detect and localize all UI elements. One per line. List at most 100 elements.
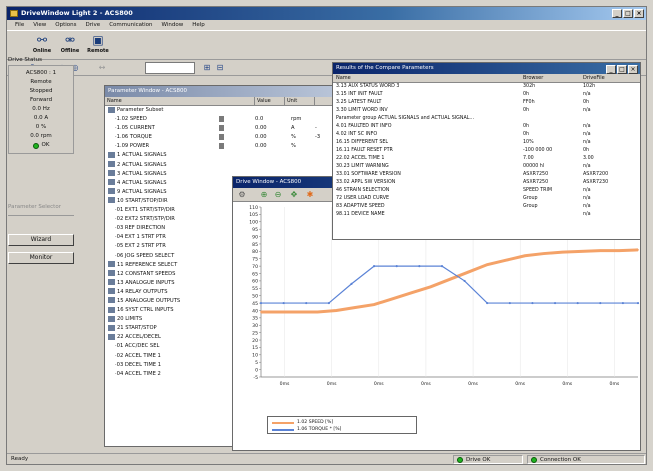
result-browser: SPEED TRIM xyxy=(523,188,553,193)
drive-ok-dot xyxy=(457,456,463,463)
results-row[interactable]: 3.15 INT INIT FAULT 0h n/a xyxy=(333,91,640,99)
close-button[interactable]: × xyxy=(634,9,644,18)
result-drivefile: n/a xyxy=(583,132,591,137)
results-row[interactable]: 72 USER LOAD CURVE Group n/a xyxy=(333,195,640,203)
results-row[interactable]: 3.30 LIMIT WORD INV 0h n/a xyxy=(333,107,640,115)
menu-item-view[interactable]: View xyxy=(33,20,46,30)
info-icon[interactable]: ⊟ xyxy=(215,63,225,73)
remote-button[interactable]: ▣ Remote xyxy=(85,33,111,59)
y-tick-label: 90 xyxy=(252,234,258,240)
speed-point xyxy=(316,311,319,313)
result-browser: Group xyxy=(523,196,538,201)
results-column-drivefile[interactable]: DriveFile xyxy=(583,74,605,83)
tree-row[interactable]: ·1.09 POWER 0.00% xyxy=(105,142,333,151)
results-row[interactable]: 83 ADAPTIVE SPEED Group n/a xyxy=(333,203,640,211)
drive-ok-indicator: Drive OK xyxy=(453,455,523,464)
results-row[interactable]: 30.23 LIMIT WARNING 00000 hl n/a xyxy=(333,163,640,171)
results-row[interactable]: 16.11 FAULT RESET PTR -100 000 00 0h xyxy=(333,147,640,155)
connection-ok-dot xyxy=(531,456,537,463)
speed-point xyxy=(486,263,489,266)
column-unit[interactable]: Unit xyxy=(285,97,315,105)
maximize-button[interactable]: □ xyxy=(623,9,633,18)
menu-item-file[interactable]: File xyxy=(15,20,24,30)
direction-icon[interactable]: ↔ xyxy=(97,63,107,73)
drive-ok-label: Drive OK xyxy=(466,456,491,463)
y-tick-label: 65 xyxy=(252,271,258,277)
results-row[interactable]: 46 STRAIN SELECTION SPEED TRIM n/a xyxy=(333,187,640,195)
remote-label: Remote xyxy=(87,48,109,54)
tree-row[interactable]: ·1.05 CURRENT 0.00 A - xyxy=(105,124,333,133)
torque-point xyxy=(418,265,421,268)
results-row[interactable]: 4.01 FAULTED INT INFO 0h n/a xyxy=(333,123,640,131)
offline-label: Offline xyxy=(60,48,80,54)
tree-row[interactable]: ·1.02 SPEED 0.0 rpm xyxy=(105,115,333,124)
results-row[interactable]: 33.01 SOFTWARE VERSION ASXR7250 ASXR7200 xyxy=(333,171,640,179)
results-row[interactable]: 4.02 INT SC INFO 0h n/a xyxy=(333,131,640,139)
zoom-in-icon[interactable]: ⊕ xyxy=(259,190,269,200)
menu-item-communication[interactable]: Communication xyxy=(109,20,152,30)
results-row[interactable]: 98.11 DEVICE NAME n/a xyxy=(333,211,640,219)
result-browser: 0h xyxy=(523,132,530,137)
y-tick-label: 110 xyxy=(249,205,258,211)
torque-point xyxy=(621,301,625,305)
parameter-window-title: Parameter Window - ACS800 xyxy=(105,86,333,97)
results-row[interactable]: 22.02 ACCEL TIME 1 7.00 3.00 xyxy=(333,155,640,163)
param-name: 16 SYST CTRL INPUTS xyxy=(117,307,174,314)
record-icon[interactable]: ✱ xyxy=(305,190,315,200)
tree-row[interactable]: ·1.06 TORQUE 0.00% -3 xyxy=(105,133,333,142)
results-row[interactable]: 16.15 DIFFERENT SEL 10% n/a xyxy=(333,139,640,147)
menu-item-drive[interactable]: Drive xyxy=(86,20,101,30)
speed-point xyxy=(410,291,413,294)
column-value[interactable]: Value xyxy=(255,97,285,105)
wizard-button[interactable]: Wizard xyxy=(8,234,74,246)
remote-icon: ▣ xyxy=(92,33,104,47)
menu-item-options[interactable]: Options xyxy=(55,20,76,30)
results-row[interactable]: Parameter group ACTUAL SIGNALS and ACTUA… xyxy=(333,115,640,123)
folder-icon xyxy=(108,188,115,195)
results-row[interactable]: 33.02 APPL SW VERSION ASXR7250 ASXR7230 xyxy=(333,179,640,187)
result-drivefile: 3.00 xyxy=(583,156,594,161)
menu-item-help[interactable]: Help xyxy=(192,20,205,30)
app-icon xyxy=(10,10,18,17)
result-name: 72 USER LOAD CURVE xyxy=(336,196,390,201)
column-name[interactable]: Name xyxy=(105,97,255,105)
zoom-out-icon[interactable]: ⊖ xyxy=(273,190,283,200)
results-column-name[interactable]: Name xyxy=(336,74,351,83)
results-maximize-button[interactable]: □ xyxy=(617,65,627,74)
results-row[interactable]: 3.13 AUX STATUS WORD 3 302h 102h xyxy=(333,83,640,91)
title-bar: DriveWindow Light 2 - ACS800 _ □ × xyxy=(7,7,646,20)
param-name: 21 START/STOP xyxy=(117,325,157,332)
tree-row[interactable]: 1 ACTUAL SIGNALS xyxy=(105,151,333,160)
y-tick-label: 5 xyxy=(255,360,258,366)
results-column-header: Name Browser DriveFile xyxy=(333,74,640,83)
online-button[interactable]: ⚯ Online xyxy=(29,33,55,59)
results-minimize-button[interactable]: _ xyxy=(606,65,616,74)
tree-row[interactable]: 2 ACTUAL SIGNALS xyxy=(105,161,333,170)
offline-button[interactable]: ⚮ Offline xyxy=(57,33,83,59)
menu-item-window[interactable]: Window xyxy=(162,20,184,30)
results-column-browser[interactable]: Browser xyxy=(523,74,543,83)
param-extra: -3 xyxy=(315,134,321,141)
param-name: 04 ACCEL TIME 2 xyxy=(116,370,161,377)
settings-icon[interactable]: ⚙ xyxy=(237,190,247,200)
tree-root[interactable]: Parameter Subset xyxy=(105,106,333,115)
reference-input[interactable] xyxy=(145,62,195,74)
result-browser: Group xyxy=(523,204,538,209)
minimize-button[interactable]: _ xyxy=(612,9,622,18)
param-name: 20 LIMITS xyxy=(117,316,143,323)
monitor-button[interactable]: Monitor xyxy=(8,252,74,264)
result-drivefile: n/a xyxy=(583,108,591,113)
pan-icon[interactable]: ✥ xyxy=(289,190,299,200)
result-browser: 302h xyxy=(523,84,536,89)
apply-icon[interactable]: ⊞ xyxy=(202,63,212,73)
result-name: 33.02 APPL SW VERSION xyxy=(336,180,396,185)
result-browser: ASXR7250 xyxy=(523,172,549,177)
drive-status-line: 0 % xyxy=(35,124,47,130)
results-close-button[interactable]: × xyxy=(628,65,638,74)
parameter-selector[interactable]: Parameter Selector xyxy=(8,204,74,216)
param-name: 2 ACTUAL SIGNALS xyxy=(117,161,167,168)
results-row[interactable]: 3.25 LATEST FAULT FF0h 0h xyxy=(333,99,640,107)
y-tick-label: 10 xyxy=(252,353,258,359)
result-name: 3.13 AUX STATUS WORD 3 xyxy=(336,84,400,89)
speed-point xyxy=(354,306,357,309)
